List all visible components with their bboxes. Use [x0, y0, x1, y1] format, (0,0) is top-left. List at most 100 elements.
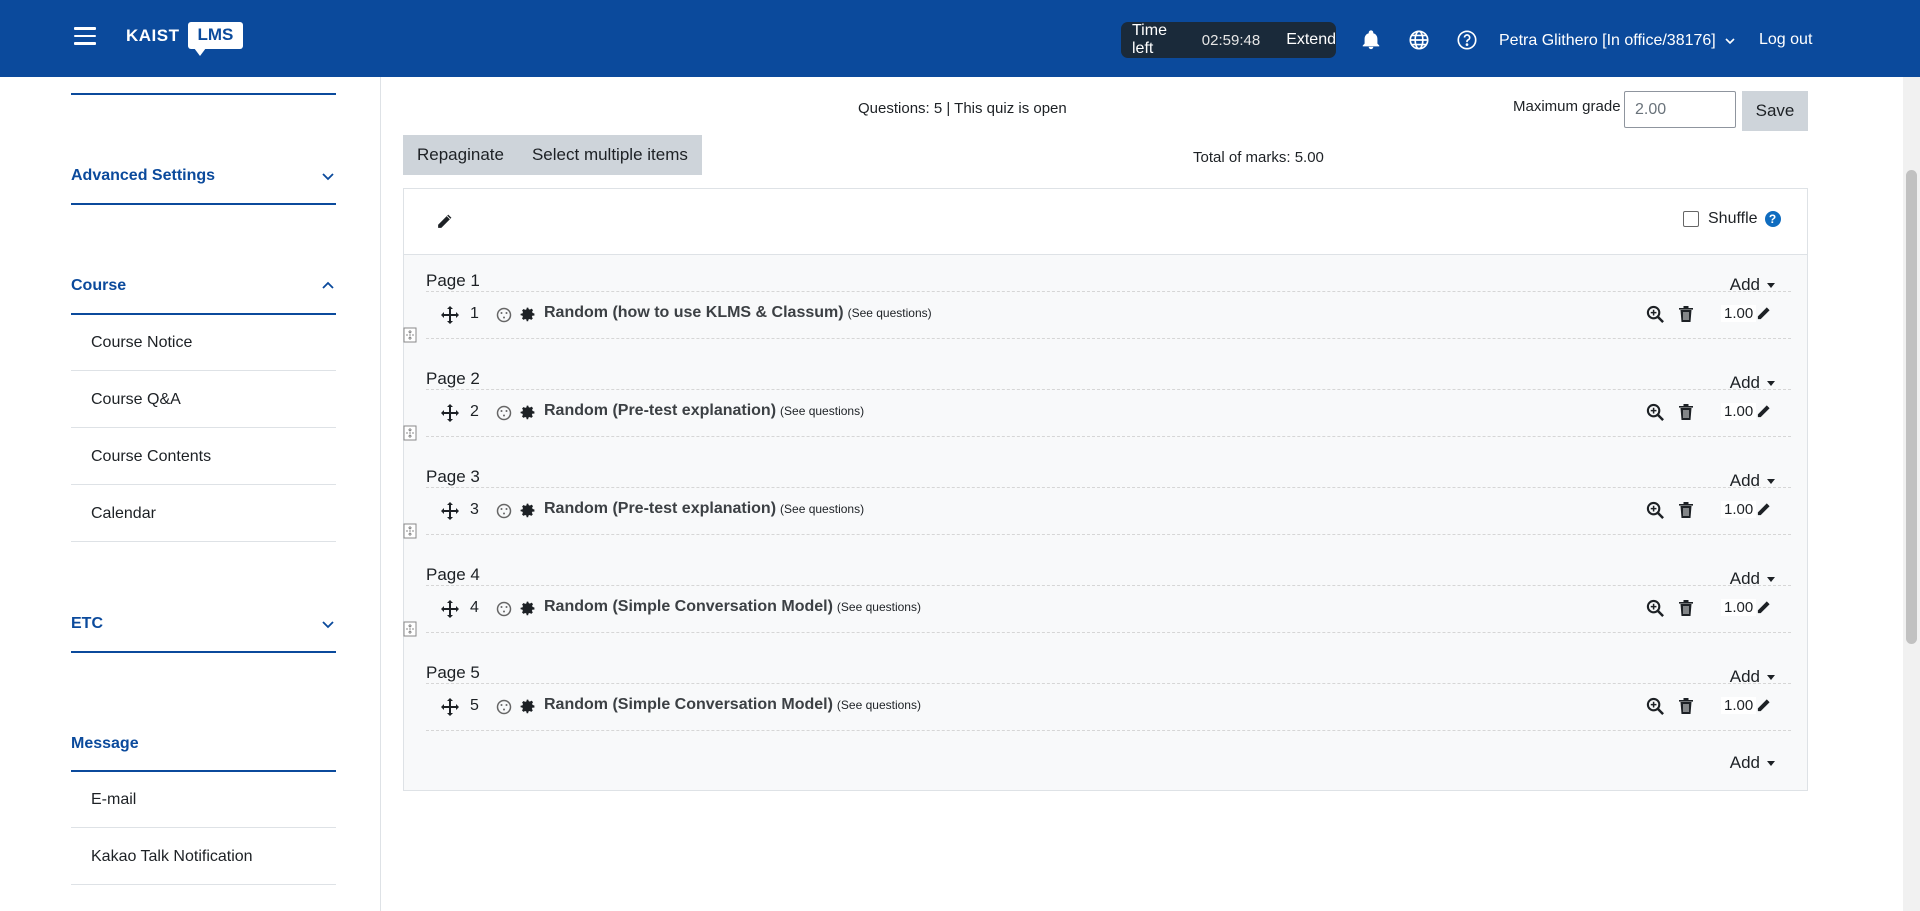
move-icon[interactable]	[440, 697, 460, 717]
gear-icon[interactable]	[519, 600, 536, 617]
question-name: Random (Simple Conversation Model)	[544, 598, 833, 615]
shuffle-control: Shuffle ?	[1683, 210, 1781, 228]
question-name-link[interactable]: Random (how to use KLMS & Classum) (See q…	[544, 304, 932, 322]
sidebar-item-calendar[interactable]: Calendar	[71, 486, 336, 542]
question-name-link[interactable]: Random (Pre-test explanation) (See questi…	[544, 402, 864, 420]
page-break-icon[interactable]	[403, 621, 417, 637]
max-grade-input[interactable]	[1624, 91, 1736, 128]
question-row: 2 Random (Pre-test explanation) (See ques…	[426, 389, 1791, 437]
dropdown-caret-icon	[1767, 479, 1775, 485]
random-question-icon	[496, 503, 512, 519]
dropdown-caret-icon	[1767, 577, 1775, 583]
repaginate-button[interactable]: Repaginate	[403, 135, 518, 175]
move-icon[interactable]	[440, 599, 460, 619]
see-questions-link[interactable]: (See questions)	[848, 306, 932, 320]
move-icon[interactable]	[440, 305, 460, 325]
add-button[interactable]: Add	[1730, 753, 1775, 773]
see-questions-link[interactable]: (See questions)	[837, 698, 921, 712]
preview-zoom-icon[interactable]	[1646, 403, 1665, 422]
question-name-link[interactable]: Random (Pre-test explanation) (See questi…	[544, 500, 864, 518]
select-multiple-button[interactable]: Select multiple items	[518, 135, 702, 175]
preview-zoom-icon[interactable]	[1646, 305, 1665, 324]
sidebar-section-advanced-settings[interactable]: Advanced Settings	[71, 167, 336, 185]
question-name-link[interactable]: Random (Simple Conversation Model) (See q…	[544, 696, 921, 714]
trash-icon[interactable]	[1678, 403, 1694, 421]
question-row: 1 Random (how to use KLMS & Classum) (See…	[426, 291, 1791, 339]
see-questions-link[interactable]: (See questions)	[780, 404, 864, 418]
gear-icon[interactable]	[519, 502, 536, 519]
user-name: Petra Glithero [In office/38176]	[1499, 32, 1716, 49]
question-mark: 1.00	[1721, 697, 1757, 714]
sidebar-item-email[interactable]: E-mail	[71, 772, 336, 828]
pencil-icon[interactable]	[436, 213, 453, 230]
sidebar-item-course-contents[interactable]: Course Contents	[71, 429, 336, 485]
page-title: Page 5	[426, 663, 480, 682]
random-question-icon	[496, 601, 512, 617]
question-row: 4 Random (Simple Conversation Model) (See…	[426, 585, 1791, 633]
page-break-icon[interactable]	[403, 425, 417, 441]
trash-icon[interactable]	[1678, 305, 1694, 323]
sidebar-divider	[71, 203, 336, 205]
pencil-icon[interactable]	[1756, 698, 1771, 713]
extend-button[interactable]: Extend	[1286, 31, 1336, 49]
question-name-link[interactable]: Random (Simple Conversation Model) (See q…	[544, 598, 921, 616]
sidebar-section-label: Course	[71, 277, 127, 294]
trash-icon[interactable]	[1678, 501, 1694, 519]
logo-text: KAIST	[126, 25, 180, 45]
scrollbar-thumb[interactable]	[1906, 170, 1917, 644]
question-mark: 1.00	[1721, 599, 1757, 616]
see-questions-link[interactable]: (See questions)	[837, 600, 921, 614]
sidebar-section-message[interactable]: Message	[71, 735, 336, 753]
shuffle-checkbox[interactable]	[1683, 211, 1699, 227]
sidebar-item-kakao-talk[interactable]: Kakao Talk Notification	[71, 829, 336, 885]
sidebar-item-course-qa[interactable]: Course Q&A	[71, 372, 336, 428]
menu-icon[interactable]	[74, 27, 96, 47]
question-number: 1	[470, 305, 479, 322]
help-icon[interactable]: ?	[1764, 211, 1781, 227]
sidebar-section-course[interactable]: Course	[71, 277, 336, 295]
question-number: 3	[470, 501, 479, 518]
trash-icon[interactable]	[1678, 697, 1694, 715]
page-title: Page 2	[426, 369, 480, 388]
gear-icon[interactable]	[519, 306, 536, 323]
sidebar-section-etc[interactable]: ETC	[71, 615, 336, 633]
globe-icon[interactable]	[1408, 29, 1430, 51]
help-icon[interactable]	[1456, 29, 1478, 51]
page-break-icon[interactable]	[403, 327, 417, 343]
question-mark: 1.00	[1721, 403, 1757, 420]
save-button[interactable]: Save	[1742, 91, 1808, 131]
preview-zoom-icon[interactable]	[1646, 501, 1665, 520]
trash-icon[interactable]	[1678, 599, 1694, 617]
random-question-icon	[496, 699, 512, 715]
chevron-up-icon	[322, 281, 334, 289]
pencil-icon[interactable]	[1756, 306, 1771, 321]
bell-icon[interactable]	[1360, 29, 1382, 51]
page-break-icon[interactable]	[403, 523, 417, 539]
move-icon[interactable]	[440, 403, 460, 423]
chevron-down-icon	[322, 173, 334, 181]
quiz-timer: Time left 02:59:48 Extend	[1121, 22, 1336, 58]
sidebar-section-label: Message	[71, 735, 139, 752]
timer-label: Time left	[1132, 22, 1167, 57]
pencil-icon[interactable]	[1756, 404, 1771, 419]
total-marks: Total of marks: 5.00	[1193, 149, 1324, 166]
question-number: 5	[470, 697, 479, 714]
user-menu[interactable]: Petra Glithero [In office/38176]	[1499, 32, 1736, 50]
logout-link[interactable]: Log out	[1759, 31, 1812, 49]
preview-zoom-icon[interactable]	[1646, 599, 1665, 618]
question-mark: 1.00	[1721, 305, 1757, 322]
preview-zoom-icon[interactable]	[1646, 697, 1665, 716]
site-logo[interactable]: KAIST LMS	[126, 22, 244, 56]
move-icon[interactable]	[440, 501, 460, 521]
gear-icon[interactable]	[519, 404, 536, 421]
gear-icon[interactable]	[519, 698, 536, 715]
question-mark: 1.00	[1721, 501, 1757, 518]
section-header: Shuffle ?	[404, 189, 1807, 255]
pencil-icon[interactable]	[1756, 600, 1771, 615]
pencil-icon[interactable]	[1756, 502, 1771, 517]
questions-info: Questions: 5 | This quiz is open	[858, 100, 1067, 117]
page-title: Page 3	[426, 467, 480, 486]
question-name: Random (Pre-test explanation)	[544, 402, 777, 419]
see-questions-link[interactable]: (See questions)	[780, 502, 864, 516]
sidebar-item-course-notice[interactable]: Course Notice	[71, 315, 336, 371]
